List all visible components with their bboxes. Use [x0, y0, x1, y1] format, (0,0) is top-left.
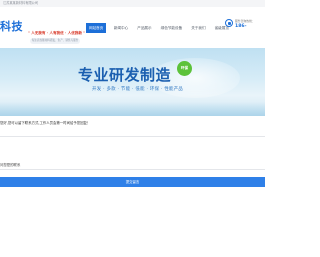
form-field-label[interactable]: 问您是的联系 [0, 162, 20, 167]
hero-banner: 专业研发制造 环保 开发 · 多款 · 节能 · 低能 · 环保 · 性能产品 [0, 48, 265, 116]
header-slogan: " 人无我有 · 人有我优 · 人优我新 " [28, 31, 86, 35]
company-name-text: 江苏某某新材料有限公司 [3, 1, 39, 5]
eco-badge: 环保 [177, 61, 192, 76]
banner-subtitle: 开发 · 多款 · 节能 · 低能 · 环保 · 性能产品 [92, 87, 184, 92]
message-form: 您好,您可以留下联系方式,工作人员会第一时间给予您回复！ 问您是的联系 提交留言 [0, 116, 265, 257]
main-nav: 网站首页 新闻中心 产品展示 绿色节能设备 关于我们 省级展览 [86, 7, 233, 48]
hotline-label: 服务咨询热线： [235, 19, 255, 23]
phone-icon [225, 19, 233, 27]
nav-item-products[interactable]: 产品展示 [133, 23, 156, 33]
submit-message-button[interactable]: 提交留言 [0, 177, 265, 187]
header-slogan-sub: 专注高性能材料研发、生产、销售与服务 [30, 38, 80, 44]
nav-item-about[interactable]: 关于我们 [187, 23, 210, 33]
hotline-number[interactable]: 186- [235, 24, 247, 29]
banner-water-haze [0, 102, 265, 116]
form-prompt-text: 您好,您可以留下联系方式,工作人员会第一时间给予您回复！ [0, 121, 91, 125]
hotline-box: 服务咨询热线： 186- [225, 17, 265, 33]
form-divider [0, 136, 265, 137]
site-logo[interactable]: 科技 [0, 18, 23, 34]
nav-item-home[interactable]: 网站首页 [86, 22, 107, 33]
banner-title: 专业研发制造 [78, 66, 172, 84]
form-divider [0, 169, 265, 170]
nav-item-news[interactable]: 新闻中心 [109, 23, 132, 33]
top-info-bar: 江苏某某新材料有限公司 [0, 0, 265, 7]
nav-item-green-equipment[interactable]: 绿色节能设备 [156, 23, 187, 33]
